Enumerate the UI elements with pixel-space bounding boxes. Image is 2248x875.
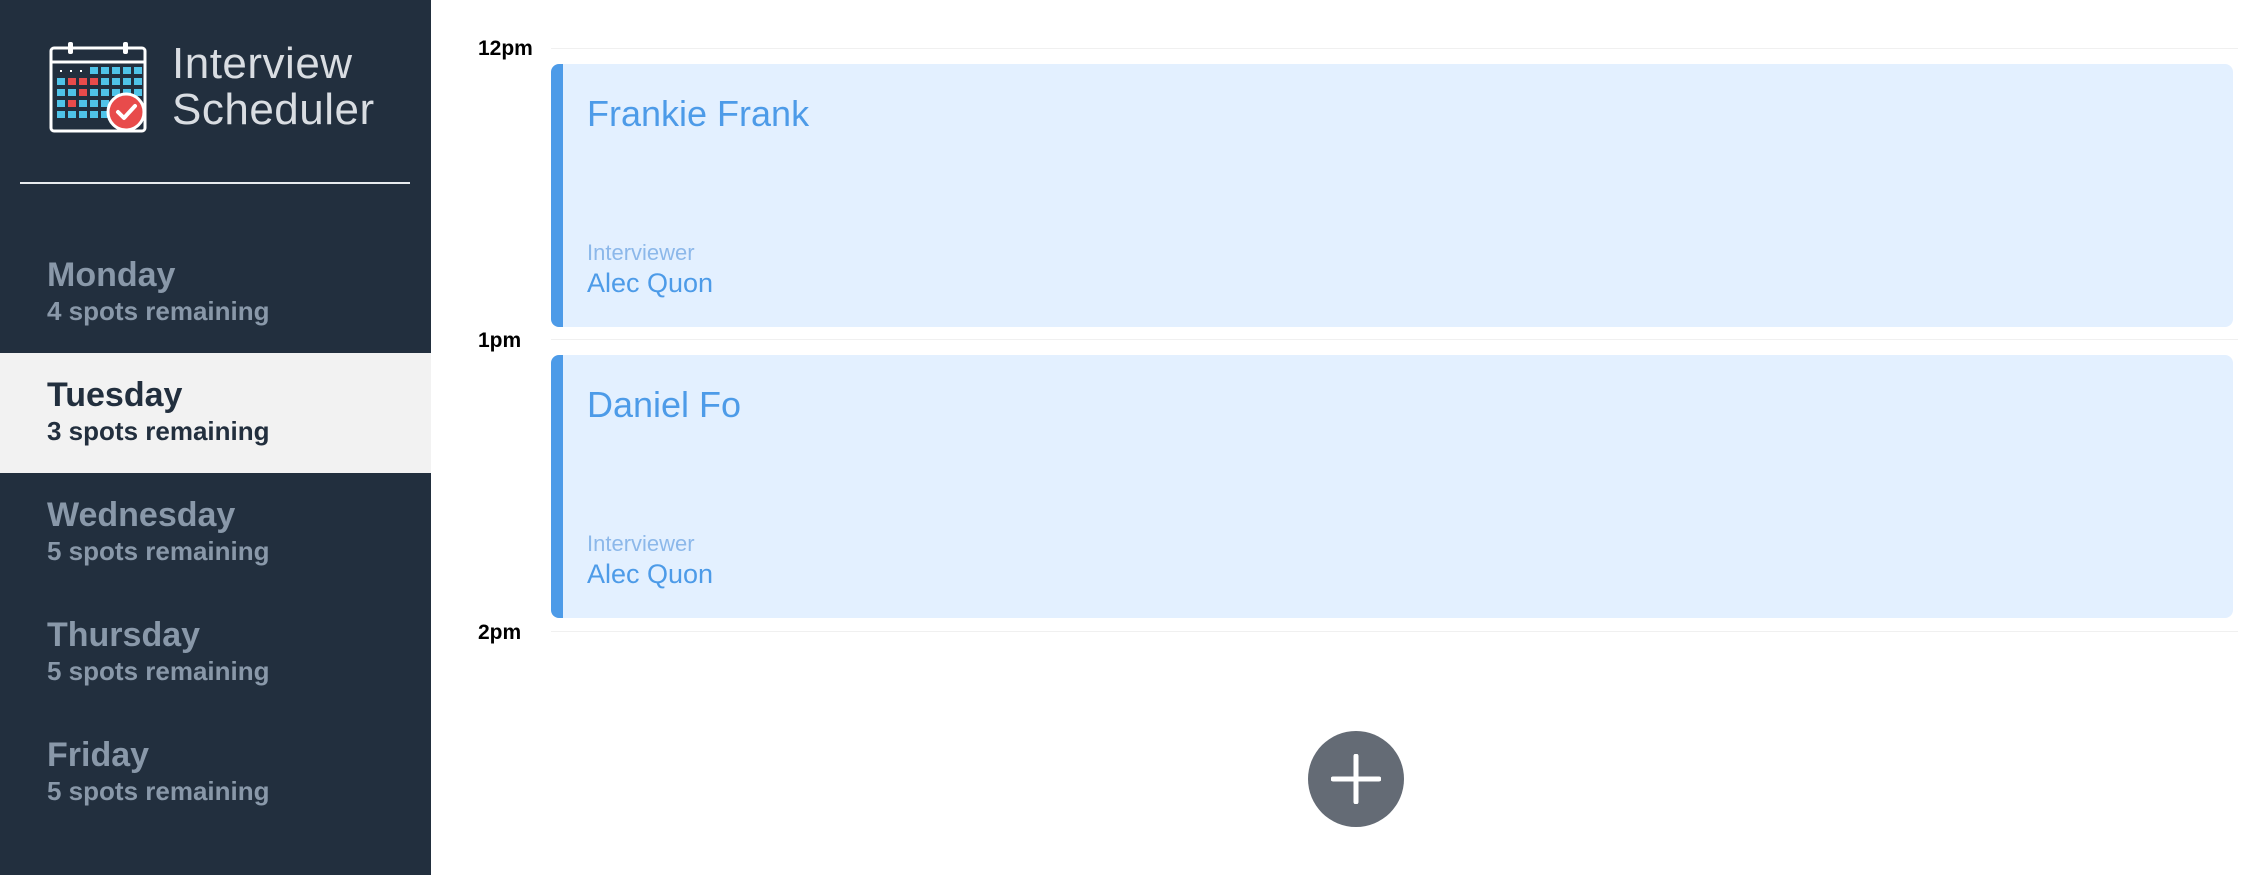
interviewer-label: Interviewer	[587, 240, 695, 265]
day-list: Monday 4 spots remaining Tuesday 3 spots…	[0, 233, 431, 833]
day-name: Friday	[47, 736, 150, 774]
schedule: 12pm Frankie Frank Interviewer Alec Quon…	[431, 0, 2248, 875]
app: Interview Scheduler Monday 4 spots remai…	[0, 0, 2248, 875]
appointment-card[interactable]: Daniel Fo Interviewer Alec Quon	[551, 355, 2233, 618]
add-appointment-button[interactable]	[1308, 731, 1404, 827]
time-label-1pm: 1pm	[478, 329, 522, 352]
time-label-12pm: 12pm	[478, 37, 533, 60]
app-title-line1: Interview	[172, 39, 353, 88]
day-item-friday[interactable]: Friday 5 spots remaining	[0, 713, 431, 833]
appointment-card[interactable]: Frankie Frank Interviewer Alec Quon	[551, 64, 2233, 327]
day-item-wednesday[interactable]: Wednesday 5 spots remaining	[0, 473, 431, 593]
calendar-check-icon	[49, 42, 147, 133]
student-name: Daniel Fo	[587, 384, 742, 425]
interviewer-block: Interviewer Alec Quon	[587, 530, 713, 590]
interviewer-name: Alec Quon	[587, 559, 714, 589]
day-item-tuesday[interactable]: Tuesday 3 spots remaining	[0, 353, 431, 473]
day-spots: 5 spots remaining	[47, 656, 270, 686]
hour-divider	[551, 631, 2238, 632]
interviewer-label: Interviewer	[587, 531, 695, 556]
hour-divider	[551, 48, 2238, 49]
app-title-line2: Scheduler	[172, 85, 375, 134]
sidebar-divider	[20, 182, 410, 184]
plus-icon	[1331, 754, 1381, 804]
day-spots: 3 spots remaining	[47, 416, 270, 446]
app-title: Interview Scheduler	[172, 41, 375, 133]
day-spots: 5 spots remaining	[47, 776, 270, 806]
interviewer-name: Alec Quon	[587, 268, 714, 298]
day-item-thursday[interactable]: Thursday 5 spots remaining	[0, 593, 431, 713]
day-name: Tuesday	[47, 376, 183, 414]
day-name: Wednesday	[47, 496, 236, 534]
day-item-monday[interactable]: Monday 4 spots remaining	[0, 233, 431, 353]
day-spots: 4 spots remaining	[47, 296, 270, 326]
day-name: Monday	[47, 256, 176, 294]
day-name: Thursday	[47, 616, 201, 654]
interviewer-block: Interviewer Alec Quon	[587, 239, 713, 299]
sidebar: Interview Scheduler Monday 4 spots remai…	[0, 0, 431, 875]
app-logo: Interview Scheduler	[48, 40, 375, 134]
day-spots: 5 spots remaining	[47, 536, 270, 566]
time-label-2pm: 2pm	[478, 621, 522, 644]
student-name: Frankie Frank	[587, 93, 810, 134]
hour-divider	[551, 339, 2238, 340]
